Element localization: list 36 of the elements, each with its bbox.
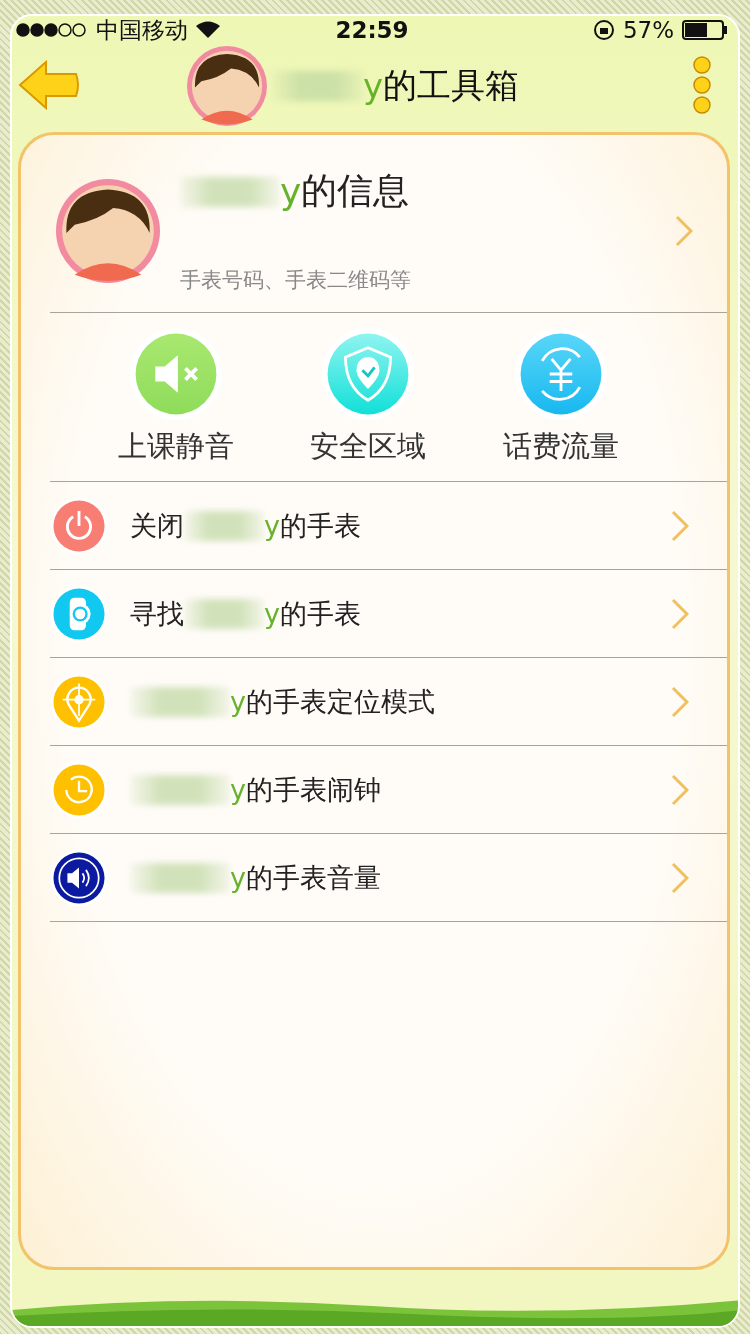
avatar-icon xyxy=(56,178,160,283)
chevron-right-icon xyxy=(671,685,689,718)
avatar-icon xyxy=(186,46,267,126)
battery-percent: 57% xyxy=(622,17,674,43)
status-time: 22:59 xyxy=(335,17,409,43)
quick-action-button[interactable]: 话费流量 xyxy=(502,327,619,481)
header-title: 的工具箱 xyxy=(383,64,520,107)
chevron-right-icon xyxy=(671,773,689,806)
yuan-refresh-icon xyxy=(513,327,608,421)
wifi-icon xyxy=(196,21,220,39)
carrier-name: 中国移动 xyxy=(96,16,188,45)
chevron-right-icon xyxy=(671,597,689,630)
mute-speaker-icon xyxy=(129,327,224,421)
power-icon xyxy=(50,496,108,555)
quick-action-button[interactable]: 上课静音 xyxy=(118,327,235,481)
chevron-right-icon xyxy=(675,214,693,247)
chevron-right-icon xyxy=(671,509,689,542)
menu-row[interactable]: y的手表定位模式 xyxy=(50,658,727,746)
back-arrow-icon xyxy=(18,59,80,110)
signal-icon xyxy=(16,23,88,37)
quick-action-button[interactable]: 安全区域 xyxy=(310,327,427,481)
location-target-icon xyxy=(50,672,108,731)
menu-row[interactable]: 寻找 y的手表 xyxy=(50,570,727,658)
child-name: y xyxy=(362,66,384,106)
chevron-right-icon xyxy=(671,861,689,894)
shield-check-icon xyxy=(321,327,416,421)
speaker-icon xyxy=(50,848,108,907)
menu-row[interactable]: 关闭 y的手表 xyxy=(50,482,727,570)
watch-search-icon xyxy=(50,584,108,643)
back-button[interactable] xyxy=(18,59,80,113)
menu-row[interactable]: y的手表闹钟 xyxy=(50,746,727,834)
profile-row[interactable]: y的信息 手表号码、手表二维码等 xyxy=(50,149,727,313)
menu-row[interactable]: y的手表音量 xyxy=(50,834,727,922)
battery-icon xyxy=(682,20,728,40)
more-icon xyxy=(692,54,712,115)
clock-icon xyxy=(50,760,108,819)
